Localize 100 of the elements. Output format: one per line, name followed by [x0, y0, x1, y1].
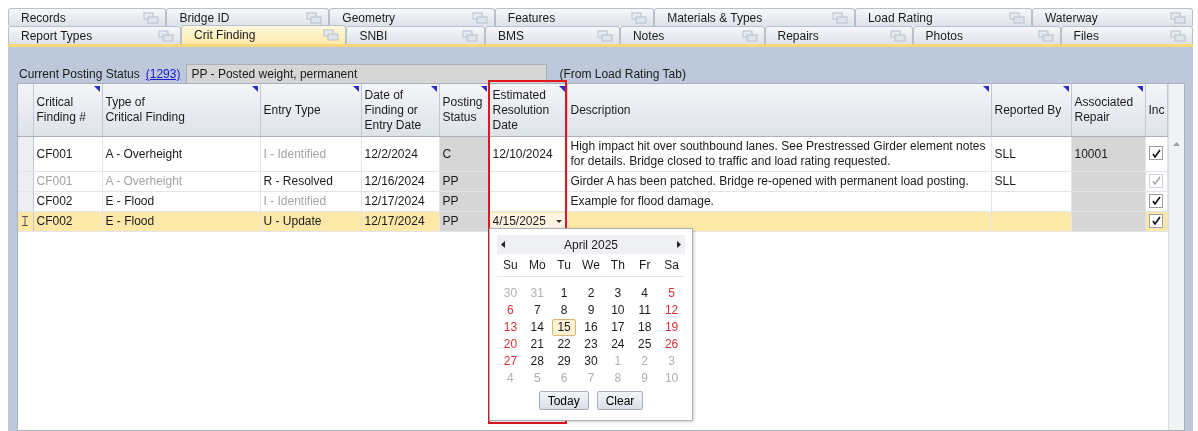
table-cell: A - Overheight: [102, 136, 260, 172]
calendar-day[interactable]: 17: [605, 319, 630, 336]
column-header[interactable]: Posting Status: [439, 84, 489, 137]
window-icon: [323, 29, 340, 41]
weekday-label: Su: [502, 257, 519, 274]
calendar-button[interactable]: Clear: [596, 391, 644, 410]
calendar-day[interactable]: 15: [552, 319, 577, 336]
table-cell: SLL: [991, 136, 1071, 172]
window-icon: [741, 29, 758, 42]
column-header[interactable]: Estimated Resolution Date: [489, 84, 567, 137]
window-icon: [1170, 11, 1186, 24]
calendar-day[interactable]: 14: [525, 319, 550, 336]
window-icon: [596, 29, 613, 42]
count-link[interactable]: (1293): [145, 67, 181, 81]
column-header[interactable]: Date of Finding or Entry Date: [361, 84, 439, 137]
tab[interactable]: Materials & Types: [654, 8, 855, 26]
calendar-day[interactable]: 16: [579, 319, 603, 336]
tab[interactable]: Notes: [619, 26, 765, 44]
tab[interactable]: Bridge ID: [166, 8, 330, 26]
tab[interactable]: Report Types: [8, 26, 182, 44]
tab[interactable]: Photos: [912, 26, 1061, 44]
weekday-label: Sa: [663, 257, 680, 274]
text-cursor-icon: [22, 215, 29, 226]
checkbox[interactable]: [1149, 146, 1163, 161]
weekday-label: Mo: [527, 257, 547, 274]
column-header[interactable]: Type of Critical Finding: [102, 84, 260, 137]
tab[interactable]: Geometry: [329, 8, 495, 26]
field-label: Current Posting Status: [19, 67, 140, 81]
table-cell: Example for flood damage.: [567, 191, 991, 212]
table-cell: I - Identified: [260, 136, 361, 172]
table-cell: 10001: [1071, 136, 1145, 172]
calendar-day[interactable]: 24: [605, 336, 630, 353]
window-icon: [889, 29, 906, 42]
calendar-day[interactable]: 29: [552, 353, 577, 370]
calendar-day[interactable]: 9: [579, 302, 603, 319]
table-cell: High impact hit over southbound lanes. See Prestressed Girder element notes for details. Bridge closed to traffic and load rating requested.: [567, 136, 991, 172]
tab[interactable]: Files: [1060, 26, 1193, 44]
calendar-day[interactable]: 26: [659, 336, 684, 353]
next-month-button[interactable]: [677, 241, 681, 248]
tab[interactable]: Load Rating: [854, 8, 1032, 26]
table-cell: Girder A has been patched. Bridge re-opened with permanent load posting.: [567, 171, 991, 192]
tab[interactable]: Records: [8, 8, 167, 26]
calendar-day[interactable]: 21: [525, 336, 550, 353]
window-icon: [1037, 29, 1054, 42]
tab[interactable]: BMS: [484, 26, 620, 44]
column-header[interactable]: Associated Repair: [1071, 84, 1145, 137]
tab[interactable]: Waterway: [1031, 8, 1193, 26]
window-icon: [461, 29, 478, 42]
weekday-label: Tu: [556, 257, 572, 274]
calendar-day[interactable]: 19: [659, 319, 684, 336]
scrollbar[interactable]: [1167, 84, 1184, 430]
calendar-day[interactable]: 13: [498, 319, 523, 336]
column-header[interactable]: Reported By: [991, 84, 1071, 137]
calendar-day[interactable]: 4: [632, 285, 657, 302]
table-cell: CF001: [33, 136, 102, 172]
month-title: April 2025: [563, 237, 618, 252]
column-header[interactable]: Inc: [1145, 84, 1167, 137]
calendar-day[interactable]: 25: [632, 336, 657, 353]
calendar-day[interactable]: 1: [552, 285, 577, 302]
previous-month-button[interactable]: [501, 241, 505, 248]
calendar-day[interactable]: 11: [632, 302, 657, 319]
column-header[interactable]: Critical Finding #: [33, 84, 102, 137]
calendar-day[interactable]: 30: [579, 353, 603, 370]
calendar-day[interactable]: 10: [605, 302, 630, 319]
window-icon: [471, 11, 488, 24]
calendar-day[interactable]: 7: [525, 302, 550, 319]
posting-status-field: PP - Posted weight, permanent: [186, 64, 548, 84]
window-icon: [1170, 29, 1186, 42]
column-header[interactable]: Description: [567, 84, 991, 137]
tab[interactable]: Crit Finding: [181, 25, 347, 44]
weekday-label: Fr: [638, 257, 652, 274]
calendar-day[interactable]: 28: [525, 353, 550, 370]
window-icon: [306, 11, 323, 24]
calendar-day[interactable]: 3: [605, 285, 630, 302]
note-text: (From Load Rating Tab): [559, 67, 686, 81]
window-icon: [1008, 11, 1025, 24]
tab[interactable]: Features: [494, 8, 655, 26]
window-icon: [831, 11, 848, 24]
window-icon: [158, 29, 175, 42]
table-cell: 12/2/2024: [361, 136, 439, 172]
weekday-label: Th: [609, 257, 626, 274]
caret-icon: [555, 220, 562, 223]
column-header[interactable]: Entry Type: [260, 84, 361, 137]
calendar-day[interactable]: 27: [498, 353, 523, 370]
tab[interactable]: Repairs: [764, 26, 913, 44]
calendar-day[interactable]: 6: [498, 302, 523, 319]
calendar-day[interactable]: 5: [659, 285, 684, 302]
window-icon: [631, 11, 648, 24]
calendar-day[interactable]: 18: [632, 319, 657, 336]
calendar-day[interactable]: 22: [552, 336, 577, 353]
calendar-day[interactable]: 23: [579, 336, 603, 353]
calendar-day[interactable]: 12: [659, 302, 684, 319]
weekday-label: We: [581, 257, 601, 274]
calendar-button[interactable]: Today: [538, 391, 589, 410]
window-icon: [143, 11, 160, 24]
calendar-day[interactable]: 8: [552, 302, 577, 319]
calendar-day[interactable]: 2: [579, 285, 603, 302]
tab[interactable]: SNBI: [346, 26, 485, 44]
table-cell: C: [439, 136, 489, 172]
calendar-day[interactable]: 20: [498, 336, 523, 353]
